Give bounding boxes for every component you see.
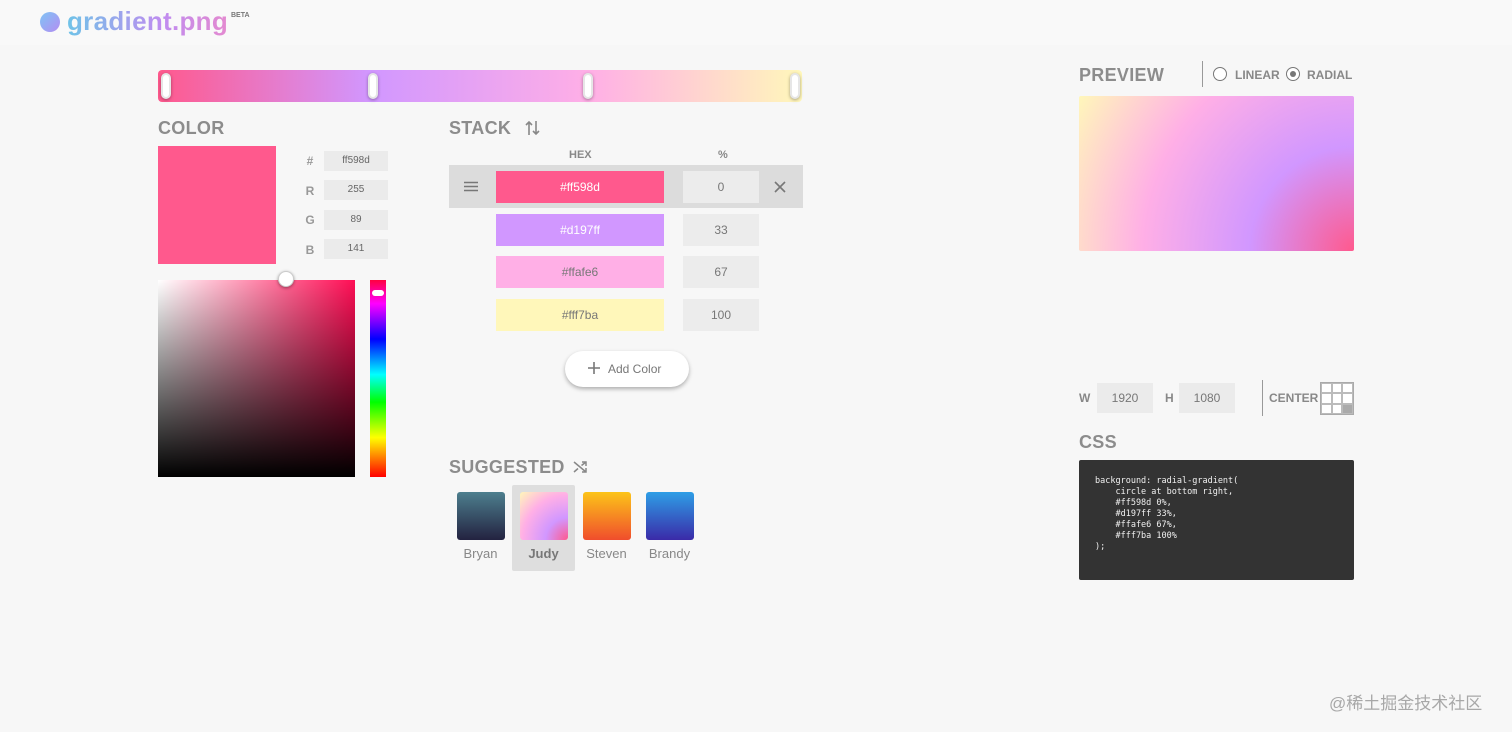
g-input[interactable]: 89 <box>324 210 388 230</box>
r-label: R <box>305 184 315 198</box>
saturation-knob[interactable] <box>278 271 294 287</box>
stack-heading: STACK <box>449 118 512 138</box>
stop-percent-2[interactable]: 67 <box>683 256 759 288</box>
suggested-heading: SUGGESTED <box>449 457 565 477</box>
preview-divider <box>1202 61 1203 87</box>
close-icon[interactable] <box>773 180 787 194</box>
suggested-item-brandy[interactable]: Brandy <box>638 485 701 571</box>
stop-handle-100[interactable] <box>790 73 800 99</box>
size-divider <box>1262 380 1263 416</box>
stop-percent-3[interactable]: 100 <box>683 299 759 331</box>
g-label: G <box>305 213 315 227</box>
grid-cell[interactable] <box>1342 393 1353 404</box>
radial-radio[interactable] <box>1286 67 1300 81</box>
suggested-name: Brandy <box>648 546 691 561</box>
plus-icon <box>588 362 600 374</box>
linear-label[interactable]: LINEAR <box>1235 68 1280 82</box>
grid-cell[interactable] <box>1321 383 1332 394</box>
b-label: B <box>305 243 315 257</box>
grid-cell[interactable] <box>1331 403 1343 414</box>
stop-handle-33[interactable] <box>368 73 378 99</box>
drag-handle-icon[interactable] <box>463 181 479 192</box>
suggested-item-bryan[interactable]: Bryan <box>449 485 512 571</box>
hex-input[interactable]: ff598d <box>324 151 388 171</box>
beta-badge: BETA <box>231 12 250 19</box>
suggested-name: Bryan <box>463 546 498 561</box>
add-color-button[interactable]: Add Color <box>565 351 689 387</box>
grid-cell[interactable] <box>1331 383 1343 394</box>
shuffle-icon[interactable] <box>572 459 588 475</box>
sort-icon[interactable] <box>524 118 542 138</box>
b-input[interactable]: 141 <box>324 239 388 259</box>
hex-column-header: HEX <box>569 149 592 161</box>
suggested-item-steven[interactable]: Steven <box>575 485 638 571</box>
preview-heading: PREVIEW <box>1079 65 1165 85</box>
saturation-value-picker[interactable] <box>158 280 355 477</box>
center-label: CENTER <box>1269 391 1319 405</box>
hex-label: # <box>306 154 314 168</box>
add-color-label: Add Color <box>608 362 662 376</box>
stop-percent-1[interactable]: 33 <box>683 214 759 246</box>
hue-slider[interactable] <box>370 280 386 477</box>
suggested-thumb <box>646 492 694 540</box>
stop-handle-67[interactable] <box>583 73 593 99</box>
hue-knob[interactable] <box>372 290 384 296</box>
stop-hex-2[interactable]: #ffafe6 <box>496 256 664 288</box>
color-swatch <box>158 146 276 264</box>
r-input[interactable]: 255 <box>324 180 388 200</box>
css-heading: CSS <box>1079 432 1117 452</box>
gradient-preview <box>1079 96 1354 251</box>
suggested-name: Steven <box>586 546 627 561</box>
width-label: W <box>1079 391 1091 405</box>
grid-cell[interactable] <box>1331 393 1343 404</box>
width-input[interactable]: 1920 <box>1097 383 1153 413</box>
grid-cell[interactable] <box>1342 383 1353 394</box>
suggested-thumb <box>583 492 631 540</box>
stop-hex-0[interactable]: #ff598d <box>496 171 664 203</box>
suggested-thumb <box>520 492 568 540</box>
linear-radio[interactable] <box>1213 67 1227 81</box>
logo-icon <box>40 12 60 32</box>
css-code-block[interactable]: background: radial-gradient( circle at b… <box>1079 460 1354 580</box>
percent-column-header: % <box>718 149 728 161</box>
grid-cell[interactable] <box>1321 403 1332 414</box>
radial-label[interactable]: RADIAL <box>1307 68 1352 82</box>
stop-hex-1[interactable]: #d197ff <box>496 214 664 246</box>
stop-percent-0[interactable]: 0 <box>683 171 759 203</box>
gradient-bar[interactable] <box>158 70 802 102</box>
stop-handle-0[interactable] <box>161 73 171 99</box>
grid-cell-selected[interactable] <box>1342 403 1353 414</box>
height-input[interactable]: 1080 <box>1179 383 1235 413</box>
watermark: @稀土掘金技术社区 <box>1329 694 1483 713</box>
suggested-thumb <box>457 492 505 540</box>
suggested-name: Judy <box>528 546 559 561</box>
height-label: H <box>1165 391 1174 405</box>
suggested-item-judy[interactable]: Judy <box>512 485 575 571</box>
color-heading: COLOR <box>158 118 225 138</box>
stop-hex-3[interactable]: #fff7ba <box>496 299 664 331</box>
app-title[interactable]: gradient.png <box>67 6 228 37</box>
grid-cell[interactable] <box>1321 393 1332 404</box>
center-position-grid[interactable] <box>1320 382 1354 415</box>
